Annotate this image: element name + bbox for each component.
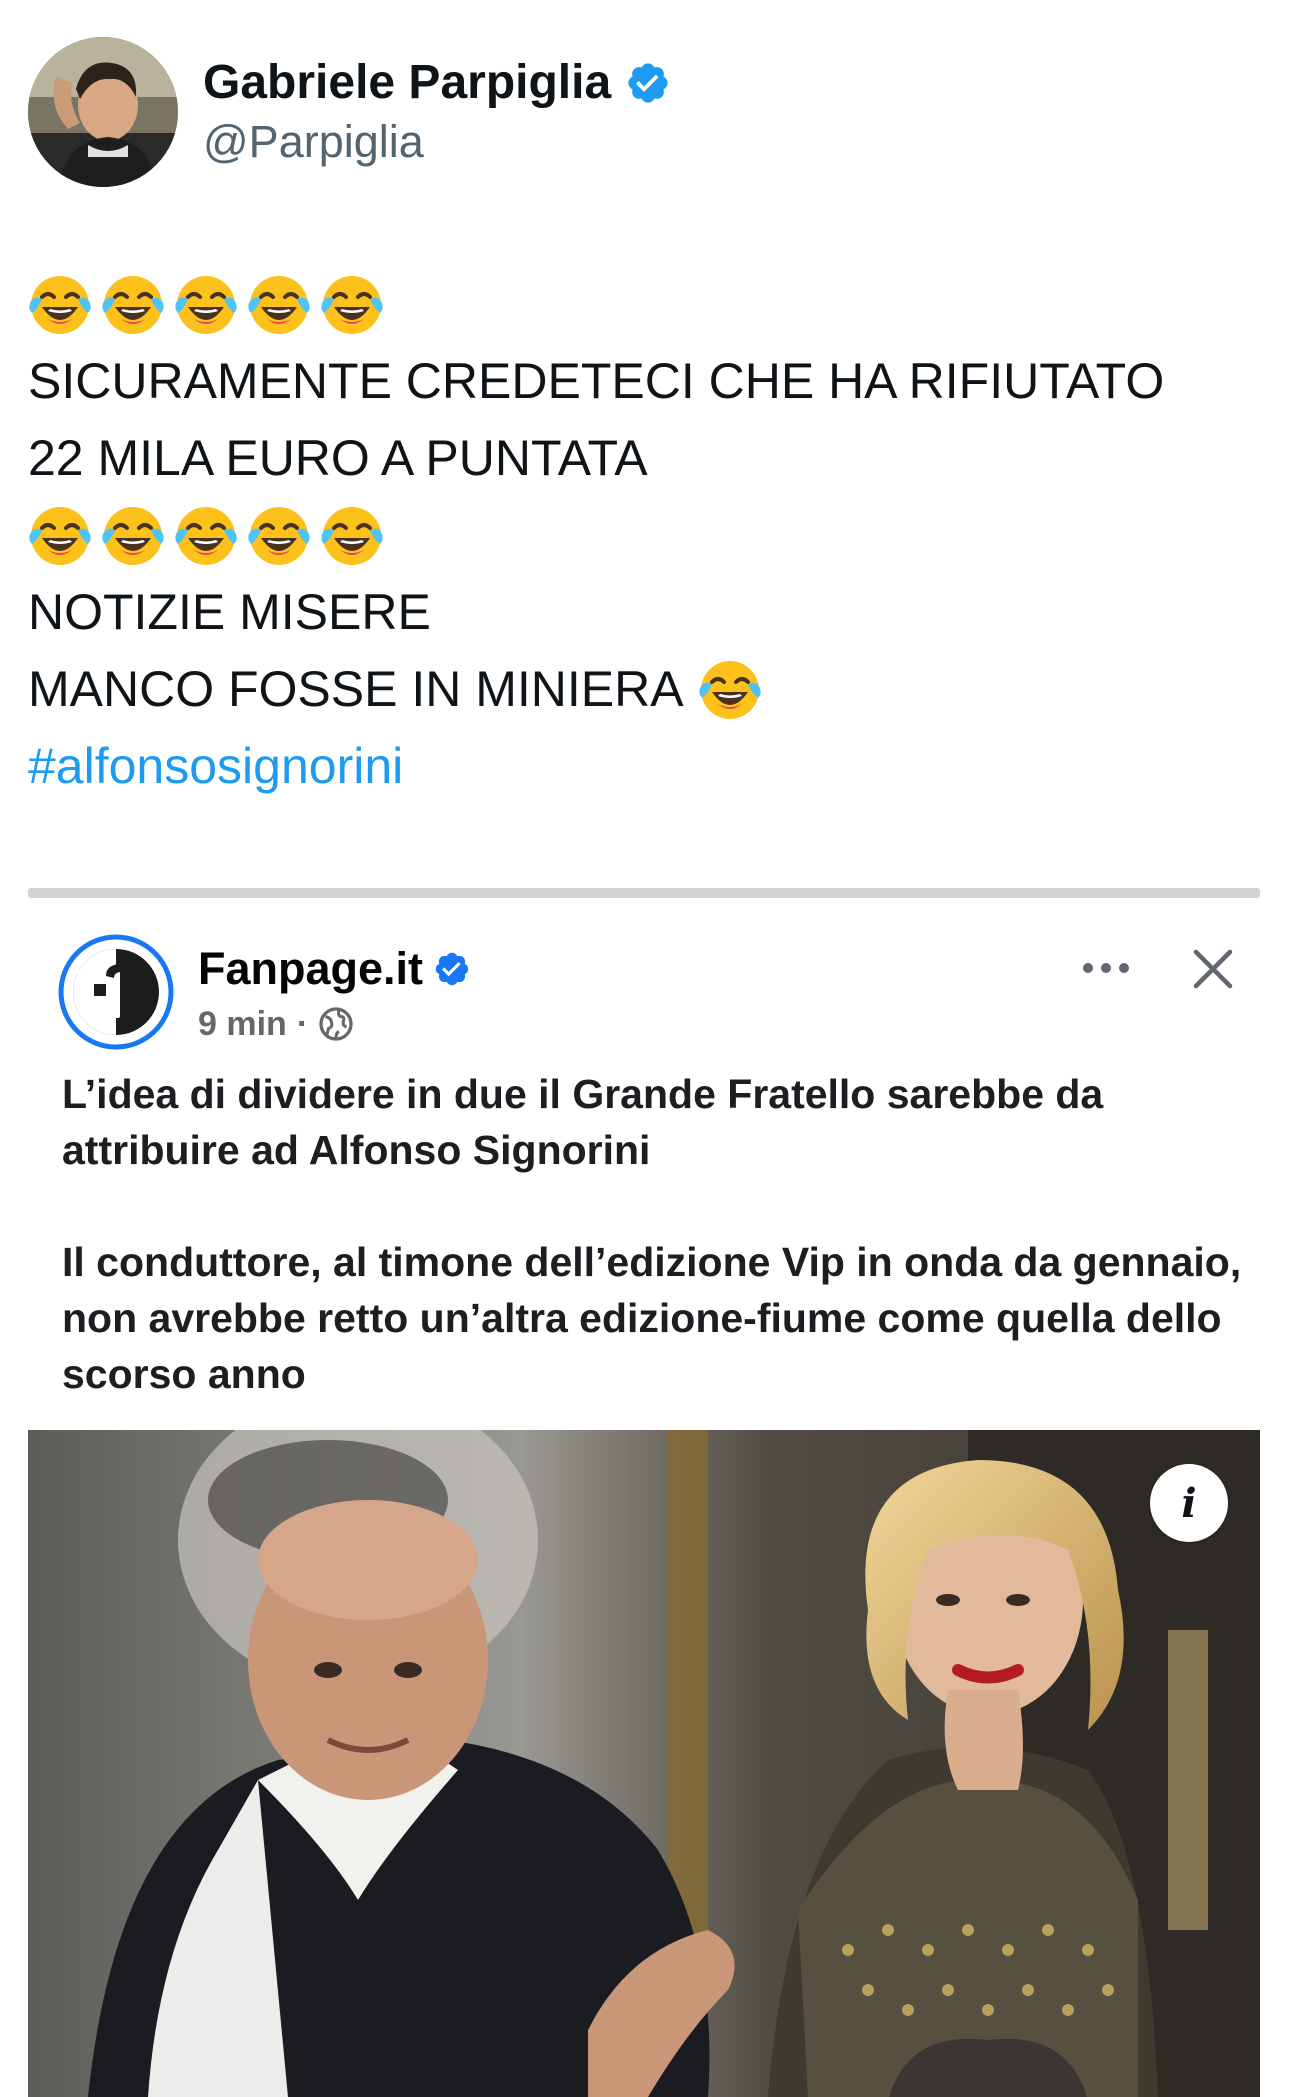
tweet-line-with-emoji: MANCO FOSSE IN MINIERA xyxy=(28,651,1268,728)
post-text: L’idea di dividere in due il Grande Frat… xyxy=(62,1066,1242,1402)
embedded-screenshot[interactable]: Fanpage.it 9 min · L’idea di dividere in… xyxy=(28,888,1260,2097)
post-time: 9 min xyxy=(198,1005,287,1043)
emoji-row xyxy=(28,497,1268,574)
tears-of-joy-icon xyxy=(320,273,384,337)
tears-of-joy-icon xyxy=(28,504,92,568)
hashtag-link[interactable]: #alfonsosignorini xyxy=(28,728,1268,805)
post-meta: 9 min · xyxy=(198,1002,354,1046)
tweet-line: 22 MILA EURO A PUNTATA xyxy=(28,430,648,486)
emoji-row xyxy=(28,266,1268,343)
tears-of-joy-icon xyxy=(101,504,165,568)
tweet-header: Gabriele Parpiglia @Parpiglia xyxy=(28,36,671,188)
post-header: Fanpage.it 9 min · xyxy=(58,934,1238,1054)
tweet-text: SICURAMENTE CREDETECI CHE HA RIFIUTATO 2… xyxy=(28,266,1268,805)
tweet-line-text: MANCO FOSSE IN MINIERA xyxy=(28,661,684,717)
tears-of-joy-icon xyxy=(28,273,92,337)
tears-of-joy-icon xyxy=(320,504,384,568)
tv-studio-photo-icon xyxy=(28,1430,1260,2097)
tweet-line: NOTIZIE MISERE xyxy=(28,584,431,640)
verified-badge-icon xyxy=(625,60,671,106)
tears-of-joy-icon xyxy=(698,658,762,722)
tears-of-joy-icon xyxy=(247,273,311,337)
meta-separator: · xyxy=(296,1005,309,1043)
globe-icon xyxy=(318,1006,354,1042)
tears-of-joy-icon xyxy=(101,273,165,337)
profile-photo-icon xyxy=(28,37,178,187)
info-button[interactable]: i xyxy=(1150,1464,1228,1542)
author-handle[interactable]: @Parpiglia xyxy=(203,113,671,171)
post-headline: L’idea di dividere in due il Grande Frat… xyxy=(62,1071,1104,1173)
tears-of-joy-icon xyxy=(174,273,238,337)
verified-badge-icon xyxy=(433,950,471,988)
close-icon[interactable] xyxy=(1188,944,1238,994)
embed-divider xyxy=(28,888,1260,898)
post-photo[interactable]: i xyxy=(28,1430,1260,2097)
fanpage-logo-icon xyxy=(58,934,174,1050)
tears-of-joy-icon xyxy=(174,504,238,568)
post-body: Il conduttore, al timone dell’edizione V… xyxy=(62,1239,1242,1397)
more-options-icon[interactable] xyxy=(1078,948,1134,988)
author-name[interactable]: Gabriele Parpiglia xyxy=(203,53,611,113)
page-name: Fanpage.it xyxy=(198,943,424,994)
author-avatar[interactable] xyxy=(28,37,178,187)
tears-of-joy-icon xyxy=(247,504,311,568)
tweet-line: SICURAMENTE CREDETECI CHE HA RIFIUTATO xyxy=(28,353,1165,409)
